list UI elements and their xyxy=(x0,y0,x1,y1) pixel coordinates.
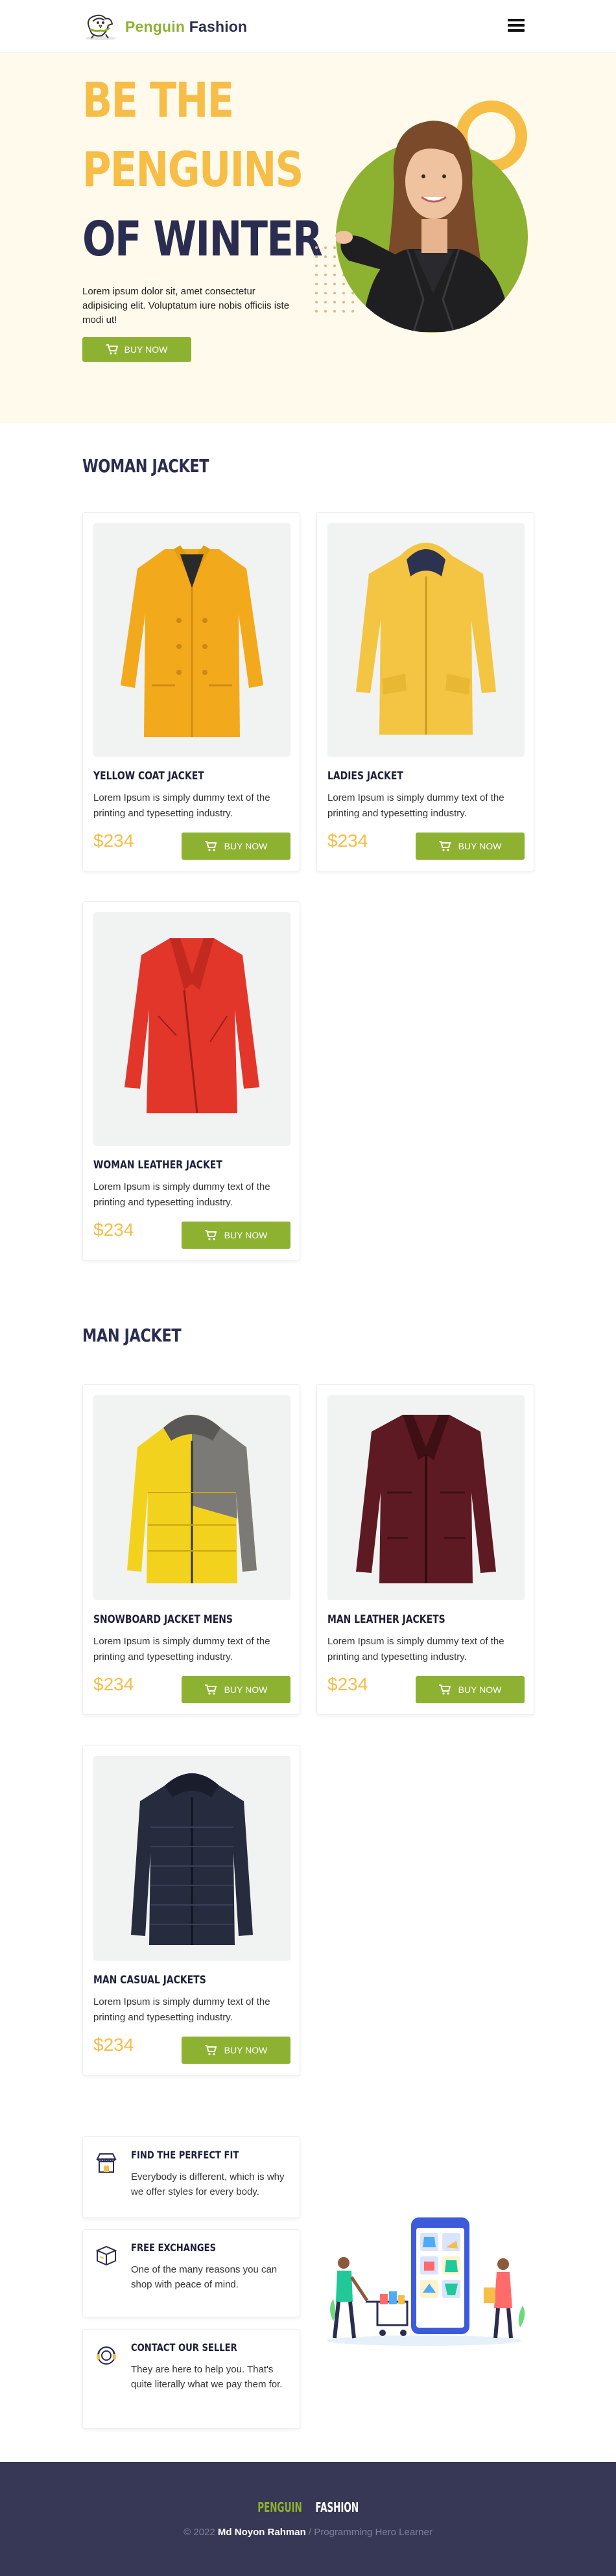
product-card: MAN CASUAL JACKETS Lorem Ipsum is simply… xyxy=(82,1745,300,2075)
product-name: SNOWBOARD JACKET MENS xyxy=(93,1613,233,1626)
footer-brand-part2: FASHION xyxy=(315,2499,359,2515)
product-description: Lorem Ipsum is simply dummy text of the … xyxy=(327,792,504,819)
hero-title-line2: PENGUINS xyxy=(82,142,303,198)
cart-icon xyxy=(204,841,217,851)
product-name: LADIES JACKET xyxy=(327,770,403,783)
maroon-leather-jacket-image xyxy=(327,1395,525,1600)
product-price: $234 xyxy=(93,2035,134,2055)
brand-name-part1: Penguin xyxy=(125,18,185,35)
feature-title: FREE EXCHANGES xyxy=(131,2241,217,2254)
hero-title: BE THE PENGUINS OF WINTER xyxy=(82,66,323,274)
hero-button-label: BUY NOW xyxy=(124,344,168,355)
cart-icon xyxy=(204,1230,217,1240)
hero-description: Lorem ipsum dolor sit, amet consectetur … xyxy=(82,286,290,325)
snowboard-jacket-image xyxy=(93,1395,290,1600)
yellow-coat-image xyxy=(93,523,290,757)
brand-name-part2: Fashion xyxy=(189,18,248,35)
support-icon xyxy=(97,2346,116,2365)
product-name: WOMAN LEATHER JACKET xyxy=(93,1159,222,1172)
product-name: YELLOW COAT JACKET xyxy=(93,770,204,783)
hero-title-line1: BE THE xyxy=(82,73,234,128)
buy-now-button[interactable]: BUY NOW xyxy=(182,1222,290,1249)
product-description: Lorem Ipsum is simply dummy text of the … xyxy=(327,1636,504,1662)
product-name: MAN LEATHER JACKETS xyxy=(327,1613,445,1626)
product-card: LADIES JACKET Lorem Ipsum is simply dumm… xyxy=(316,512,534,871)
footer-brand-part1: PENGUIN xyxy=(257,2499,302,2515)
feature-title: CONTACT OUR SELLER xyxy=(131,2341,237,2354)
yellow-hooded-jacket-image xyxy=(327,523,525,757)
feature-card: CONTACT OUR SELLER They are here to help… xyxy=(82,2329,300,2429)
buy-now-label: BUY NOW xyxy=(458,841,502,851)
cart-icon xyxy=(438,1684,451,1695)
product-price: $234 xyxy=(93,1674,134,1694)
cart-icon xyxy=(204,2045,217,2055)
copyright-suffix: / Programming Hero Learner xyxy=(308,2527,432,2538)
feature-description: They are here to help you. That's quite … xyxy=(131,2364,283,2390)
feature-card: FIND THE PERFECT FIT Everybody is differ… xyxy=(82,2136,300,2218)
product-price: $234 xyxy=(93,831,134,851)
product-price: $234 xyxy=(327,1674,368,1694)
product-description: Lorem Ipsum is simply dummy text of the … xyxy=(93,792,270,819)
exchange-box-icon xyxy=(95,2245,117,2266)
product-card: YELLOW COAT JACKET Lorem Ipsum is simply… xyxy=(82,512,300,871)
buy-now-button[interactable]: BUY NOW xyxy=(182,833,290,860)
author-name: Md Noyon Rahman xyxy=(217,2527,306,2538)
product-description: Lorem Ipsum is simply dummy text of the … xyxy=(93,1636,270,1662)
feature-title: FIND THE PERFECT FIT xyxy=(131,2149,239,2161)
buy-now-label: BUY NOW xyxy=(224,841,268,851)
hero-buy-now-button[interactable]: BUY NOW xyxy=(82,337,191,362)
woman-section-title: WOMAN JACKET xyxy=(82,455,209,477)
product-card: WOMAN LEATHER JACKET Lorem Ipsum is simp… xyxy=(82,901,300,1260)
buy-now-button[interactable]: BUY NOW xyxy=(182,2037,290,2064)
hero-model-image xyxy=(315,100,528,333)
red-leather-jacket-image xyxy=(93,912,290,1146)
buy-now-label: BUY NOW xyxy=(224,1684,268,1695)
hamburger-menu-icon[interactable] xyxy=(508,18,525,33)
cart-icon xyxy=(106,344,118,355)
feature-description: One of the many reasons you can shop wit… xyxy=(131,2264,278,2290)
hero-section: BE THE PENGUINS OF WINTER Lorem ipsum do… xyxy=(0,53,616,423)
buy-now-button[interactable]: BUY NOW xyxy=(416,833,525,860)
man-section-title: MAN JACKET xyxy=(82,1325,182,1346)
footer: PENGUIN FASHION © 2022 Md Noyon Rahman /… xyxy=(0,2462,616,2576)
buy-now-label: BUY NOW xyxy=(224,2045,268,2055)
product-description: Lorem Ipsum is simply dummy text of the … xyxy=(93,1996,270,2023)
navbar: Penguin Fashion xyxy=(0,0,616,53)
buy-now-button[interactable]: BUY NOW xyxy=(416,1676,525,1703)
cart-icon xyxy=(204,1684,217,1695)
buy-now-button[interactable]: BUY NOW xyxy=(182,1676,290,1703)
cart-icon xyxy=(438,841,451,851)
online-shopping-illustration xyxy=(327,2217,525,2346)
page: Penguin Fashion BE THE PENGUINS OF WINTE… xyxy=(0,0,616,2576)
product-name: MAN CASUAL JACKETS xyxy=(93,1974,206,1987)
footer-brand: PENGUIN FASHION xyxy=(0,2499,616,2515)
feature-card: FREE EXCHANGES One of the many reasons y… xyxy=(82,2229,300,2317)
buy-now-label: BUY NOW xyxy=(458,1684,502,1695)
product-card: MAN LEATHER JACKETS Lorem Ipsum is simpl… xyxy=(316,1384,534,1715)
feature-description: Everybody is different, which is why we … xyxy=(131,2171,285,2197)
store-icon xyxy=(96,2153,117,2173)
product-card: SNOWBOARD JACKET MENS Lorem Ipsum is sim… xyxy=(82,1384,300,1715)
product-price: $234 xyxy=(93,1220,134,1240)
footer-copyright: © 2022 Md Noyon Rahman / Programming Her… xyxy=(0,2527,616,2538)
hero-title-line3: OF WINTER xyxy=(82,211,323,267)
penguin-logo-icon xyxy=(85,14,116,40)
copyright-prefix: © 2022 xyxy=(184,2527,215,2538)
product-description: Lorem Ipsum is simply dummy text of the … xyxy=(93,1181,270,1208)
product-price: $234 xyxy=(327,831,368,851)
navy-puffer-jacket-image xyxy=(93,1756,290,1961)
buy-now-label: BUY NOW xyxy=(224,1230,268,1240)
brand-link[interactable]: Penguin Fashion xyxy=(82,12,247,41)
